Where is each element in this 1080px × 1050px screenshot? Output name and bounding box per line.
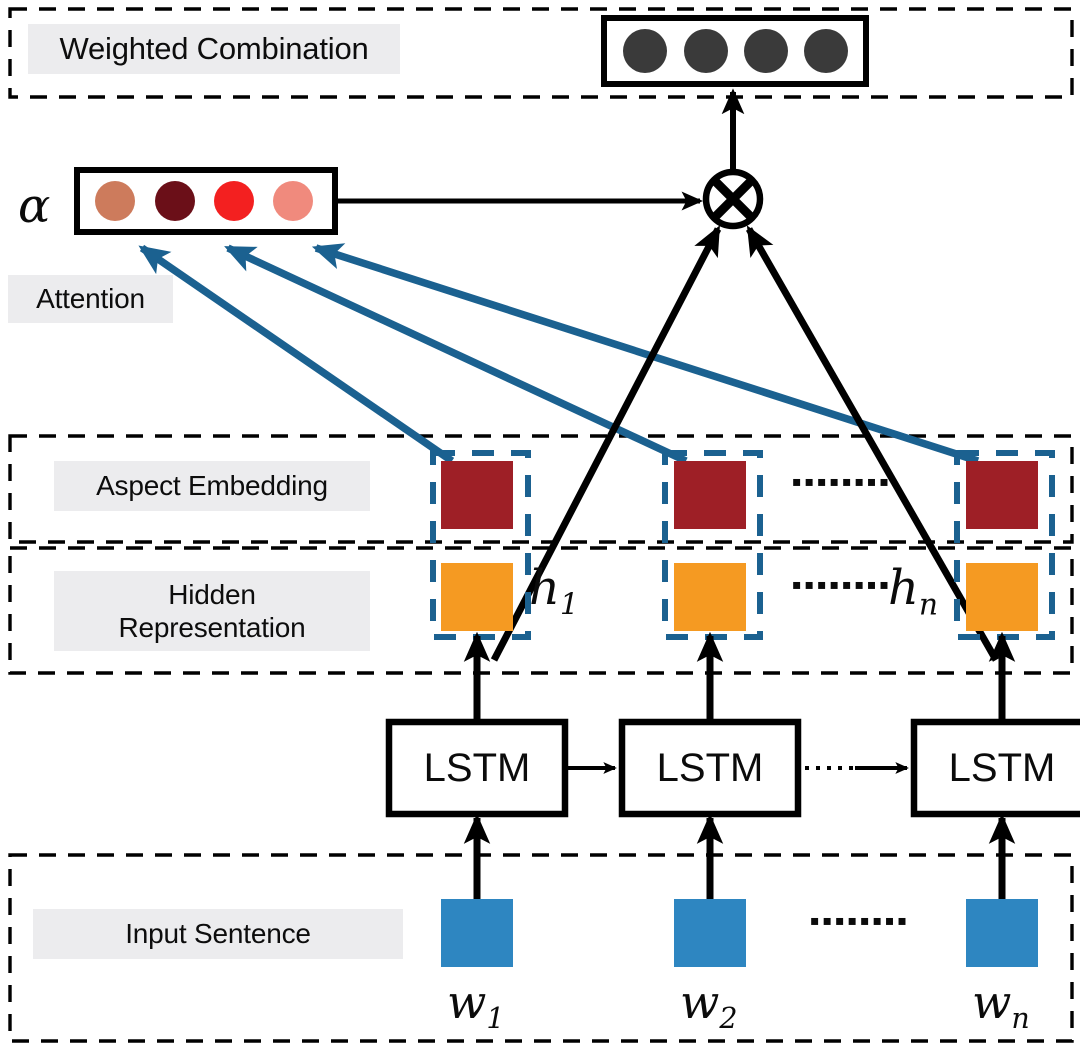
band-label-hidden-representation: Hidden Representation <box>54 571 370 651</box>
input-word-label-w2: w2 <box>680 975 738 1035</box>
hidden-label-h1-base: h <box>529 560 560 616</box>
output-cell <box>804 29 848 73</box>
attention-alpha-symbol: α <box>18 178 51 234</box>
hidden-label-h1: h1 <box>529 560 579 623</box>
input-word-label-w2-base: w <box>680 975 720 1029</box>
hidden-label-h1-sub: 1 <box>559 587 579 623</box>
input-word-label-wn-base: w <box>972 975 1012 1029</box>
input-word-cell <box>674 899 746 967</box>
attention-cell <box>95 181 135 221</box>
attention-cell <box>214 181 254 221</box>
input-word-label-w1-sub: 1 <box>486 1002 505 1036</box>
hidden-label-hn: hn <box>888 560 938 623</box>
output-cell <box>744 29 788 73</box>
aspect-embedding-cell <box>674 461 746 529</box>
band-label-weighted-combination: Weighted Combination <box>28 24 400 74</box>
input-word-label-w1-base: w <box>447 975 487 1029</box>
input-word-label-wn: wn <box>972 975 1030 1035</box>
input-word-label-wn-sub: n <box>1011 1002 1030 1036</box>
diagram-vector-layer <box>8 7 1080 1043</box>
lstm-cell-label[interactable]: LSTM <box>622 722 798 814</box>
input-word-label-w2-sub: 2 <box>719 1002 738 1036</box>
output-cell <box>684 29 728 73</box>
lstm-cell-label[interactable]: LSTM <box>914 722 1080 814</box>
output-cell <box>623 29 667 73</box>
hidden-representation-cell <box>441 563 513 631</box>
band-label-aspect-embedding: Aspect Embedding <box>54 461 370 511</box>
hidden-label-hn-base: h <box>888 560 919 616</box>
hidden-representation-ellipsis: ▪▪▪▪▪▪▪▪ <box>792 577 892 593</box>
figure-canvas: Weighted Combination Attention Aspect Em… <box>0 0 1080 1050</box>
attention-cell <box>273 181 313 221</box>
aspect-embedding-cell <box>966 461 1038 529</box>
attention-cell <box>155 181 195 221</box>
hidden-representation-cell <box>966 563 1038 631</box>
input-word-cell <box>966 899 1038 967</box>
hidden-label-hn-sub: n <box>918 587 939 623</box>
arrow-hn-to-multiply <box>745 225 1000 662</box>
band-label-attention: Attention <box>8 275 173 323</box>
aspect-embedding-ellipsis: ▪▪▪▪▪▪▪▪ <box>792 474 892 490</box>
aspect-embedding-cell <box>441 461 513 529</box>
input-word-label-w1: w1 <box>447 975 505 1035</box>
attention-arrow-3 <box>311 243 980 465</box>
lstm-cell-label[interactable]: LSTM <box>389 722 565 814</box>
hidden-representation-cell <box>674 563 746 631</box>
input-sentence-ellipsis: ▪▪▪▪▪▪▪▪ <box>810 913 910 929</box>
input-word-cell <box>441 899 513 967</box>
band-label-input-sentence: Input Sentence <box>33 909 403 959</box>
